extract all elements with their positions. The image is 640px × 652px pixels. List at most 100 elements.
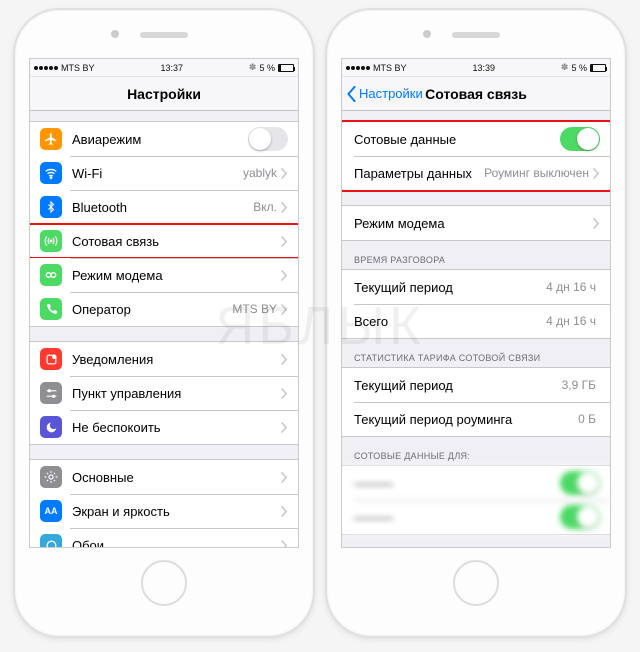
list-row: Текущий период3,9 ГБ — [342, 368, 610, 402]
row-label: Текущий период — [354, 280, 546, 295]
chevron-right-icon — [281, 270, 288, 281]
row-label: Уведомления — [72, 352, 281, 367]
chevron-right-icon — [281, 540, 288, 548]
chevron-right-icon — [593, 218, 600, 229]
row-label: Wi-Fi — [72, 166, 243, 181]
battery-icon — [590, 64, 606, 72]
list-row[interactable]: Wi-Fiyablyk — [30, 156, 298, 190]
list-row[interactable]: Режим модема — [342, 206, 610, 240]
chevron-right-icon — [281, 168, 288, 179]
screen-right: MTS BY 13:39 ✽ 5 % Настройки Сотовая свя… — [341, 58, 611, 548]
wallpaper-icon — [40, 534, 62, 547]
bluetooth-icon: ✽ — [249, 62, 257, 73]
airplane-icon — [40, 128, 62, 150]
dnd-icon — [40, 416, 62, 438]
chevron-right-icon — [281, 472, 288, 483]
battery-pct: 5 % — [571, 63, 587, 73]
list-row[interactable]: Уведомления — [30, 342, 298, 376]
bluetooth-icon — [40, 196, 62, 218]
settings-group: Уведомления Пункт управления Не беспокоить — [30, 341, 298, 445]
phone-right: MTS BY 13:39 ✽ 5 % Настройки Сотовая свя… — [325, 8, 627, 638]
camera-dot — [423, 30, 431, 38]
list-row: Текущий период4 дн 16 ч — [342, 270, 610, 304]
status-bar: MTS BY 13:37 ✽ 5 % — [30, 59, 298, 77]
cellular-top-group: Сотовые данныеПараметры данныхРоуминг вы… — [342, 121, 610, 191]
list-row[interactable]: Сотовые данные — [342, 122, 610, 156]
row-label: Пункт управления — [72, 386, 281, 401]
list-row[interactable]: Пункт управления — [30, 376, 298, 410]
settings-list[interactable]: АвиарежимWi-FiyablykBluetoothВкл.Сотовая… — [30, 111, 298, 547]
home-button[interactable] — [453, 560, 499, 606]
control-center-icon — [40, 382, 62, 404]
signal-dots — [346, 66, 370, 70]
home-button[interactable] — [141, 560, 187, 606]
list-row[interactable]: BluetoothВкл. — [30, 190, 298, 224]
status-bar: MTS BY 13:39 ✽ 5 % — [342, 59, 610, 77]
apps-group: —————— — [342, 465, 610, 535]
list-row: Текущий период роуминга0 Б — [342, 402, 610, 436]
row-value: 3,9 ГБ — [562, 378, 596, 392]
toggle-switch[interactable] — [248, 127, 288, 151]
group-header: СТАТИСТИКА ТАРИФА СОТОВОЙ СВЯЗИ — [342, 339, 610, 367]
notification-icon — [40, 348, 62, 370]
chevron-right-icon — [281, 422, 288, 433]
back-label: Настройки — [359, 86, 423, 101]
list-row[interactable]: Основные — [30, 460, 298, 494]
row-label: Bluetooth — [72, 200, 253, 215]
list-row[interactable]: Режим модема — [30, 258, 298, 292]
display-icon: AA — [40, 500, 62, 522]
settings-group: Основные AA Экран и яркость Обои — [30, 459, 298, 547]
stats-group: Текущий период3,9 ГБТекущий период роуми… — [342, 367, 610, 437]
wifi-icon — [40, 162, 62, 184]
chevron-right-icon — [281, 236, 288, 247]
list-row[interactable]: ОператорMTS BY — [30, 292, 298, 326]
list-row[interactable]: Сотовая связь — [30, 224, 298, 258]
row-label: Обои — [72, 538, 281, 548]
chevron-right-icon — [281, 506, 288, 517]
list-row[interactable]: Авиарежим — [30, 122, 298, 156]
chevron-right-icon — [281, 388, 288, 399]
cellular-list[interactable]: Сотовые данныеПараметры данныхРоуминг вы… — [342, 111, 610, 547]
row-label: Не беспокоить — [72, 420, 281, 435]
row-label: Сотовая связь — [72, 234, 281, 249]
row-label: Авиарежим — [72, 132, 248, 147]
carrier-label: MTS BY — [373, 63, 407, 73]
toggle-switch[interactable] — [560, 471, 600, 495]
settings-group: АвиарежимWi-FiyablykBluetoothВкл.Сотовая… — [30, 121, 298, 327]
row-value: 0 Б — [578, 412, 596, 426]
row-value: 4 дн 16 ч — [546, 314, 596, 328]
general-icon — [40, 466, 62, 488]
cellular-icon — [40, 230, 62, 252]
list-row[interactable]: Не беспокоить — [30, 410, 298, 444]
toggle-switch[interactable] — [560, 505, 600, 529]
list-row[interactable]: AA Экран и яркость — [30, 494, 298, 528]
hotspot-icon — [40, 264, 62, 286]
row-value: Роуминг выключен — [484, 166, 589, 180]
app-row[interactable]: ——— — [342, 466, 610, 500]
back-button[interactable]: Настройки — [346, 77, 423, 110]
list-row[interactable]: Обои — [30, 528, 298, 547]
row-label: Основные — [72, 470, 281, 485]
group-header: ВРЕМЯ РАЗГОВОРА — [342, 241, 610, 269]
row-label: Оператор — [72, 302, 232, 317]
row-label: Режим модема — [72, 268, 281, 283]
toggle-switch[interactable] — [560, 127, 600, 151]
app-row[interactable]: ——— — [342, 500, 610, 534]
chevron-right-icon — [593, 168, 600, 179]
chevron-right-icon — [281, 304, 288, 315]
row-label: Экран и яркость — [72, 504, 281, 519]
row-value: Вкл. — [253, 200, 277, 214]
bluetooth-icon: ✽ — [561, 62, 569, 73]
hotspot-group: Режим модема — [342, 205, 610, 241]
signal-dots — [34, 66, 58, 70]
screen-left: MTS BY 13:37 ✽ 5 % Настройки АвиарежимWi… — [29, 58, 299, 548]
row-value: 4 дн 16 ч — [546, 280, 596, 294]
camera-dot — [111, 30, 119, 38]
clock: 13:37 — [160, 63, 183, 73]
list-row: Всего4 дн 16 ч — [342, 304, 610, 338]
row-value: MTS BY — [232, 302, 277, 316]
row-label: Режим модема — [354, 216, 593, 231]
phone-icon — [40, 298, 62, 320]
nav-bar: Настройки Сотовая связь — [342, 77, 610, 111]
list-row[interactable]: Параметры данныхРоуминг выключен — [342, 156, 610, 190]
